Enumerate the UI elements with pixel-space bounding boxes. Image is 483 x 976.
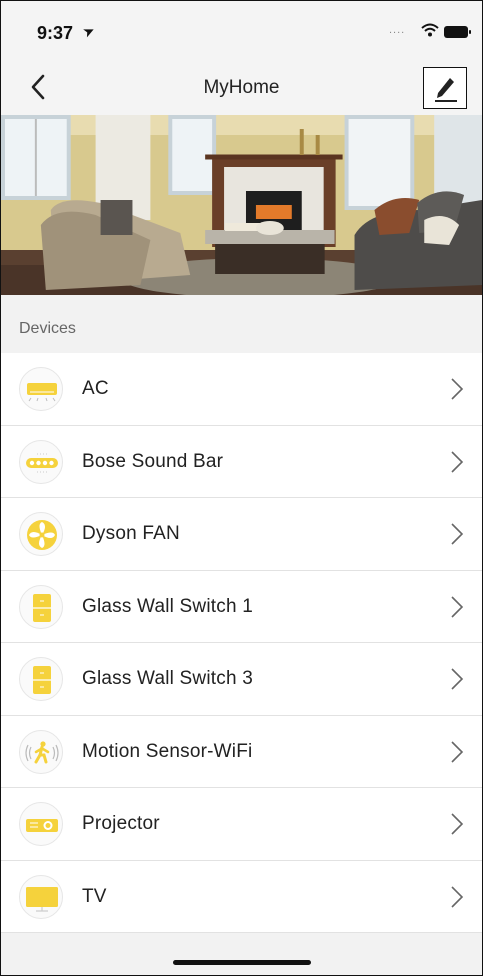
page-title: MyHome xyxy=(203,77,280,98)
device-row-glass-wall-switch-3[interactable]: Glass Wall Switch 3 xyxy=(1,643,482,716)
edit-button[interactable] xyxy=(423,67,467,109)
motion-sensor-icon xyxy=(19,729,63,774)
chevron-right-icon xyxy=(450,521,464,547)
device-row-bose-sound-bar[interactable]: Bose Sound Bar xyxy=(1,425,482,498)
chevron-right-icon xyxy=(450,884,464,910)
chevron-right-icon xyxy=(450,376,464,402)
status-time: 9:37 xyxy=(37,23,74,43)
device-label: Glass Wall Switch 1 xyxy=(82,595,253,617)
device-row-motion-sensor-wifi[interactable]: Motion Sensor-WiFi xyxy=(1,715,482,788)
chevron-right-icon xyxy=(450,449,464,475)
location-arrow-icon: ➤ xyxy=(79,21,98,41)
device-label: TV xyxy=(82,885,107,907)
living-room-photo xyxy=(1,115,482,295)
status-bar: 9:37 ➤ .... xyxy=(1,1,482,59)
device-row-ac[interactable]: AC xyxy=(1,353,482,426)
device-label: Motion Sensor-WiFi xyxy=(82,740,253,762)
fan-icon xyxy=(19,512,63,556)
footer-area xyxy=(1,933,482,975)
device-list: AC Bose Sound Bar Dyson FAN Glass Wall S… xyxy=(1,353,482,933)
device-label: Dyson FAN xyxy=(82,523,180,544)
sound-bar-icon xyxy=(19,439,63,484)
chevron-right-icon xyxy=(450,739,464,765)
air-conditioner-icon xyxy=(19,367,63,411)
tv-icon xyxy=(19,874,63,919)
home-indicator[interactable] xyxy=(173,960,311,965)
device-label: Glass Wall Switch 3 xyxy=(82,668,253,689)
device-label: AC xyxy=(82,378,109,399)
device-row-dyson-fan[interactable]: Dyson FAN xyxy=(1,498,482,571)
wall-switch-icon xyxy=(19,584,63,629)
signal-indicator: .... xyxy=(389,24,406,36)
navigation-bar: MyHome xyxy=(1,59,482,115)
chevron-right-icon xyxy=(450,594,464,620)
projector-icon xyxy=(19,802,63,846)
devices-section-label: Devices xyxy=(19,320,76,337)
device-row-tv[interactable]: TV xyxy=(1,860,482,933)
wifi-icon xyxy=(421,23,439,37)
pencil-icon xyxy=(435,78,457,102)
device-label: Bose Sound Bar xyxy=(82,450,224,472)
device-label: Projector xyxy=(82,813,160,834)
chevron-right-icon xyxy=(450,666,464,692)
devices-section-header: Devices xyxy=(1,295,482,353)
wall-switch-icon xyxy=(19,657,63,701)
battery-icon xyxy=(444,26,471,38)
chevron-right-icon xyxy=(450,811,464,837)
device-row-glass-wall-switch-1[interactable]: Glass Wall Switch 1 xyxy=(1,570,482,643)
device-row-projector[interactable]: Projector xyxy=(1,788,482,861)
phone-screen: 9:37 ➤ .... MyHome Devices AC Bose Sound… xyxy=(0,0,483,976)
